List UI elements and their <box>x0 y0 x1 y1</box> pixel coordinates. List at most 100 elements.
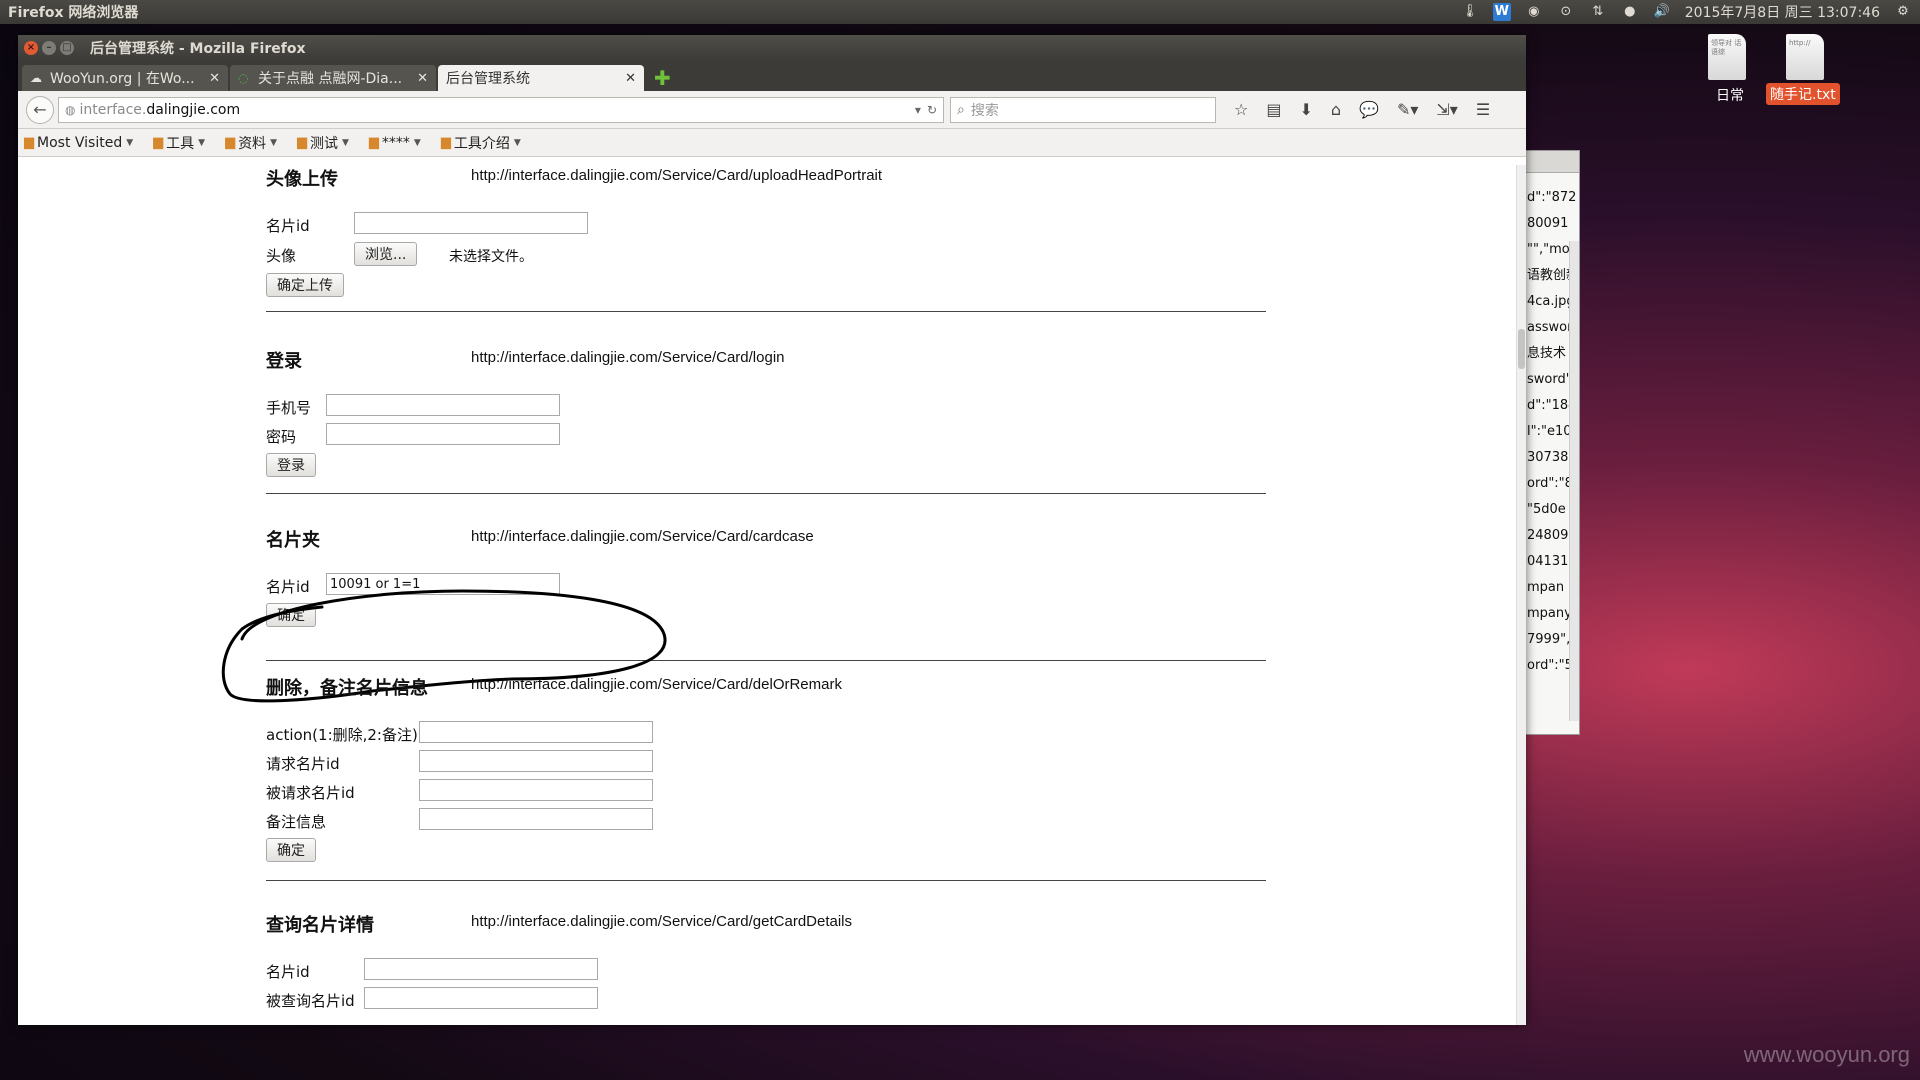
bookmark-folder-tool-intro[interactable]: ▆ 工具介绍 ▼ <box>441 133 521 153</box>
field-label: 密码 <box>266 428 297 446</box>
menu-icon[interactable]: ☰ <box>1476 100 1490 119</box>
tab-label: 关于点融 点融网-Dia... <box>258 71 403 87</box>
tab-label: 后台管理系统 <box>446 71 530 87</box>
login-button[interactable]: 登录 <box>266 453 316 477</box>
back-button[interactable]: ← <box>26 95 54 124</box>
wps-icon[interactable]: W <box>1492 3 1511 21</box>
close-window-button[interactable]: × <box>24 41 38 55</box>
confirm-upload-button[interactable]: 确定上传 <box>266 273 344 297</box>
active-app-name: Firefox 网络浏览器 <box>8 5 139 21</box>
desktop-icon-label-selected[interactable]: 随手记.txt <box>1766 83 1840 105</box>
url-bar[interactable]: ◍ interface.dalingjie.com ▾ ↻ <box>58 96 944 123</box>
card-id-input[interactable] <box>354 212 588 234</box>
field-label: 手机号 <box>266 399 312 417</box>
bookmark-folder-tools[interactable]: ▆ 工具 ▼ <box>153 133 205 153</box>
url-dropdown-icon[interactable]: ▾ <box>915 103 921 117</box>
search-placeholder: 搜索 <box>970 102 999 119</box>
divider <box>266 311 1266 312</box>
clock[interactable]: 2015年7月8日 周三 13:07:46 <box>1685 2 1880 22</box>
input-method-icon[interactable]: ● <box>1621 3 1639 21</box>
window-titlebar[interactable]: × – □ 后台管理系统 - Mozilla Firefox <box>18 35 1526 61</box>
bg-line: 80091 <box>1527 216 1569 231</box>
thermometer-icon[interactable]: 🌡 <box>1461 3 1479 21</box>
bookmark-folder-most-visited[interactable]: ▆ Most Visited ▼ <box>24 135 133 151</box>
remark-input[interactable] <box>419 808 653 830</box>
folder-icon: ▆ <box>225 135 236 150</box>
phone-input[interactable] <box>326 394 560 416</box>
url-text[interactable]: interface.dalingjie.com <box>79 102 908 118</box>
folder-icon: ▆ <box>368 135 379 150</box>
field-label: 被查询名片id <box>266 992 355 1010</box>
tab-dianrong[interactable]: ◌ 关于点融 点融网-Dia... ✕ <box>230 65 436 91</box>
desktop-icon-label[interactable]: 日常 <box>1712 84 1748 106</box>
tab-admin-system[interactable]: 后台管理系统 ✕ <box>438 65 644 91</box>
requester-card-id-input[interactable] <box>419 750 653 772</box>
close-tab-icon[interactable]: ✕ <box>417 71 428 86</box>
section-title: 删除，备注名片信息 <box>266 678 428 699</box>
action-input[interactable] <box>419 721 653 743</box>
desktop-file-icon[interactable]: http:// <box>1786 34 1824 80</box>
chevron-down-icon: ▼ <box>270 137 277 148</box>
chevron-down-icon: ▼ <box>413 137 421 148</box>
requested-card-id-input[interactable] <box>419 779 653 801</box>
field-label: 名片id <box>266 963 310 981</box>
bookmark-folder-resources[interactable]: ▆ 资料 ▼ <box>225 133 277 153</box>
password-input[interactable] <box>326 423 560 445</box>
new-tab-icon[interactable]: ✚ <box>654 65 671 91</box>
no-file-selected-text: 未选择文件。 <box>449 249 533 265</box>
section-title: 名片夹 <box>266 530 320 551</box>
card-id-input[interactable] <box>364 958 598 980</box>
window-title: 后台管理系统 - Mozilla Firefox <box>90 41 306 57</box>
page-scrollbar[interactable] <box>1516 165 1526 1025</box>
eye-icon[interactable]: ◉ <box>1525 3 1543 21</box>
url-subdomain: interface. <box>79 101 147 118</box>
bg-line: d":"872 <box>1527 190 1577 205</box>
background-window-scrollbar[interactable] <box>1569 241 1579 721</box>
search-bar[interactable]: ⌕ 搜索 <box>950 96 1216 123</box>
bookmark-label: 工具 <box>166 135 195 152</box>
volume-icon[interactable]: 🔊 <box>1653 3 1671 21</box>
reading-list-icon[interactable]: ▤ <box>1266 100 1281 119</box>
divider <box>266 493 1266 494</box>
bookmark-folder-masked[interactable]: ▆ **** ▼ <box>369 135 421 151</box>
minimize-window-button[interactable]: – <box>42 41 56 55</box>
top-panel: Firefox 网络浏览器 🌡 W ◉ ⊙ ⇅ ● 🔊 2015年7月8日 周三… <box>0 0 1920 24</box>
section-login: 登录 http://interface.dalingjie.com/Servic… <box>266 347 1266 527</box>
bookmark-folder-test[interactable]: ▆ 测试 ▼ <box>297 133 349 153</box>
reload-icon[interactable]: ↻ <box>927 103 937 117</box>
bookmark-star-icon[interactable]: ☆ <box>1234 100 1248 119</box>
field-label: 请求名片id <box>266 755 340 773</box>
download-icon[interactable]: ⬇ <box>1299 100 1312 119</box>
tab-strip: ☁ WooYun.org | 在Wo... ✕ ◌ 关于点融 点融网-Dia..… <box>18 61 1526 91</box>
page-content: 头像上传 http://interface.dalingjie.com/Serv… <box>18 165 1526 1025</box>
bookmarks-toolbar: ▆ Most Visited ▼ ▆ 工具 ▼ ▆ 资料 ▼ ▆ 测试 ▼ ▆ **** ▼ ▆ 工具… <box>18 129 1526 157</box>
chat-icon[interactable]: 💬 <box>1359 100 1379 119</box>
section-title: 登录 <box>266 351 302 372</box>
network-icon[interactable]: ⇅ <box>1589 3 1607 21</box>
sync-icon[interactable]: ⊙ <box>1557 3 1575 21</box>
bookmark-label: Most Visited <box>37 134 123 151</box>
gear-icon[interactable]: ⚙ <box>1894 3 1912 21</box>
field-label: 头像 <box>266 247 297 265</box>
proxy-icon[interactable]: ⇲▾ <box>1436 100 1457 119</box>
field-label: 备注信息 <box>266 813 327 831</box>
bookmark-label: 工具介绍 <box>453 135 510 152</box>
confirm-button[interactable]: 确定 <box>266 838 316 862</box>
home-icon[interactable]: ⌂ <box>1331 100 1341 119</box>
watermark: www.wooyun.org <box>1743 1042 1910 1067</box>
close-tab-icon[interactable]: ✕ <box>625 71 636 86</box>
system-tray: 🌡 W ◉ ⊙ ⇅ ● 🔊 2015年7月8日 周三 13:07:46 ⚙ <box>1461 2 1912 22</box>
extension-icon[interactable]: ✎▾ <box>1397 100 1418 119</box>
close-tab-icon[interactable]: ✕ <box>209 71 220 86</box>
desktop-file-preview-text: http:// <box>1789 39 1811 47</box>
desktop-file-icon[interactable]: 领导对 话语综 <box>1708 34 1746 80</box>
queried-card-id-input[interactable] <box>364 987 598 1009</box>
maximize-window-button[interactable]: □ <box>60 41 74 55</box>
api-url: http://interface.dalingjie.com/Service/C… <box>471 913 853 930</box>
tab-wooyun[interactable]: ☁ WooYun.org | 在Wo... ✕ <box>22 65 228 91</box>
section-title: 头像上传 <box>266 169 338 190</box>
scrollbar-thumb[interactable] <box>1518 329 1525 369</box>
folder-icon: ▆ <box>24 135 34 150</box>
loading-favicon-icon: ◌ <box>238 71 249 85</box>
browse-file-button[interactable]: 浏览... <box>354 242 418 266</box>
